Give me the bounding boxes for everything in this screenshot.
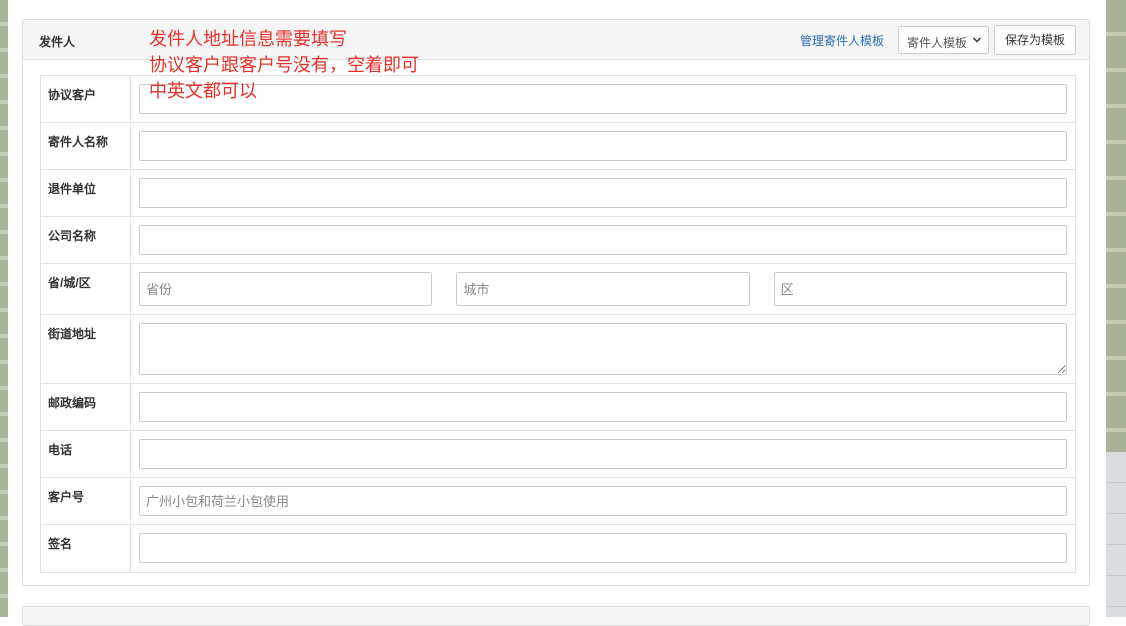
form-row-return-unit: 退件单位 (41, 170, 1075, 217)
sender-template-select[interactable]: 寄件人模板 (898, 26, 989, 54)
label-street-address: 街道地址 (41, 315, 131, 383)
form-row-phone: 电话 (41, 431, 1075, 478)
customer-number-input[interactable] (139, 486, 1067, 516)
panel-title: 发件人 (39, 35, 76, 49)
form-row-street-address: 街道地址 (41, 315, 1075, 384)
form-row-region: 省/城/区 (41, 264, 1075, 315)
company-name-input[interactable] (139, 225, 1067, 255)
background-left-strip (0, 0, 8, 617)
form-row-company-name: 公司名称 (41, 217, 1075, 264)
street-address-textarea[interactable] (139, 323, 1067, 375)
label-sender-name: 寄件人名称 (41, 123, 131, 169)
label-postal-code: 邮政编码 (41, 384, 131, 430)
form-row-agreement-customer: 协议客户 (41, 76, 1075, 123)
next-panel-header (22, 606, 1090, 626)
postal-code-input[interactable] (139, 392, 1067, 422)
label-phone: 电话 (41, 431, 131, 477)
form-row-customer-number: 客户号 (41, 478, 1075, 525)
label-company-name: 公司名称 (41, 217, 131, 263)
label-agreement-customer: 协议客户 (41, 76, 131, 122)
phone-input[interactable] (139, 439, 1067, 469)
province-input[interactable] (139, 272, 433, 306)
background-right-strip (1106, 0, 1126, 617)
manage-sender-templates-link[interactable]: 管理寄件人模板 (800, 32, 884, 49)
signature-input[interactable] (139, 533, 1067, 563)
label-region: 省/城/区 (41, 264, 131, 314)
sender-form-table: 协议客户 寄件人名称 退件单位 公司名称 省/城/区 省份 城市 区 街道地址 … (40, 75, 1076, 573)
form-row-postal-code: 邮政编码 (41, 384, 1075, 431)
return-unit-input[interactable] (139, 178, 1067, 208)
sender-template-select-value: 寄件人模板 (907, 36, 968, 50)
form-row-sender-name: 寄件人名称 (41, 123, 1075, 170)
label-customer-number: 客户号 (41, 478, 131, 524)
sender-panel: 发件人 管理寄件人模板 寄件人模板 保存为模板 发件人地址信息需要填写 协议客户… (22, 19, 1090, 586)
label-signature: 签名 (41, 525, 131, 572)
form-row-signature: 签名 (41, 525, 1075, 572)
city-input[interactable] (456, 272, 750, 306)
label-return-unit: 退件单位 (41, 170, 131, 216)
panel-header: 发件人 管理寄件人模板 寄件人模板 保存为模板 (23, 20, 1089, 60)
save-as-template-button[interactable]: 保存为模板 (994, 25, 1076, 55)
sender-name-input[interactable] (139, 131, 1067, 161)
chevron-down-icon (972, 37, 982, 43)
agreement-customer-input[interactable] (139, 84, 1067, 114)
district-input[interactable] (773, 272, 1067, 306)
